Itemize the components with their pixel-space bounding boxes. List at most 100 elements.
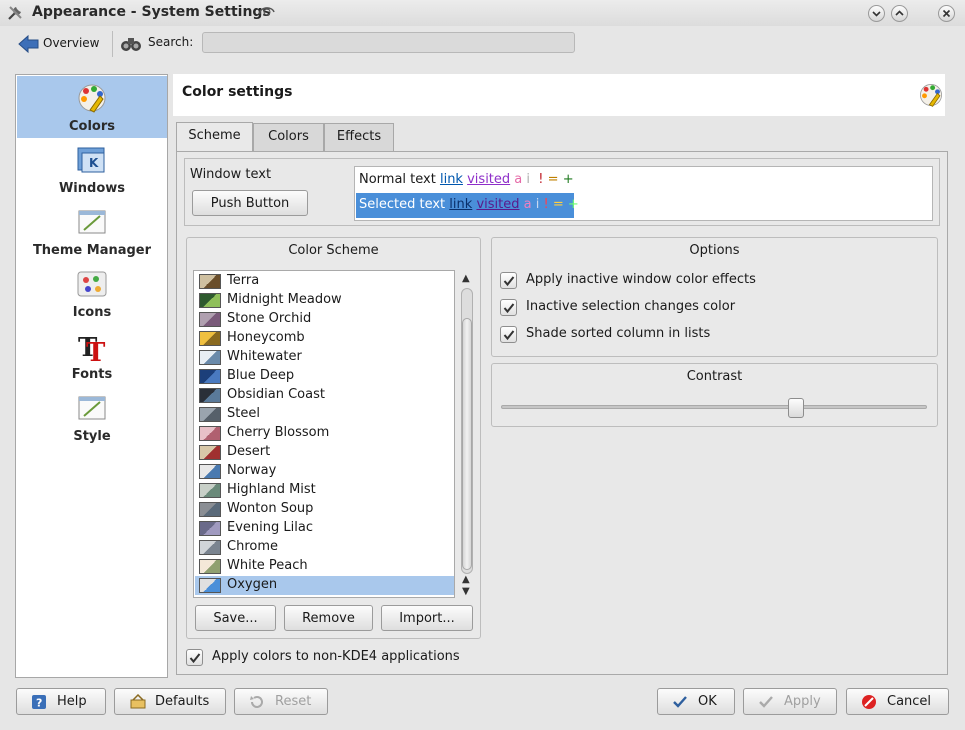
list-item[interactable]: Wonton Soup bbox=[195, 500, 454, 519]
scroll-up-arrow[interactable]: ▲ bbox=[462, 273, 470, 284]
cancel-button[interactable]: Cancel bbox=[846, 688, 949, 715]
overview-button[interactable]: Overview bbox=[16, 31, 104, 57]
list-item[interactable]: Desert bbox=[195, 443, 454, 462]
scheme-preview-icon bbox=[199, 426, 221, 441]
checkbox-label: Inactive selection changes color bbox=[526, 299, 736, 314]
list-item[interactable]: Terra bbox=[195, 272, 454, 291]
chevron-down-icon bbox=[872, 11, 881, 17]
fonts-icon: T T bbox=[78, 333, 106, 362]
scheme-name: Evening Lilac bbox=[227, 520, 313, 535]
check-icon bbox=[189, 653, 201, 664]
apply-button[interactable]: Apply bbox=[743, 688, 837, 715]
list-item[interactable]: Steel bbox=[195, 405, 454, 424]
checkbox-inactive-selection[interactable] bbox=[500, 299, 517, 316]
checkbox-inactive-effects[interactable] bbox=[500, 272, 517, 289]
close-button[interactable] bbox=[938, 5, 955, 22]
tab-colors[interactable]: Colors bbox=[253, 123, 324, 151]
checkbox-apply-non-kde[interactable] bbox=[186, 649, 203, 666]
scroll-down-arrow[interactable]: ▼ bbox=[462, 586, 470, 597]
list-item[interactable]: Obsidian Coast bbox=[195, 386, 454, 405]
style-icon bbox=[78, 396, 106, 420]
scheme-preview-icon bbox=[199, 540, 221, 555]
sidebar-item-label: Windows bbox=[58, 181, 126, 196]
scheme-preview-icon bbox=[199, 445, 221, 460]
list-item[interactable]: White Peach bbox=[195, 557, 454, 576]
maximize-button[interactable] bbox=[891, 5, 908, 22]
sidebar-item-windows[interactable]: K Windows bbox=[17, 138, 167, 200]
palette-icon bbox=[78, 84, 106, 113]
tab-scheme[interactable]: Scheme bbox=[176, 122, 253, 152]
sidebar-item-theme-manager[interactable]: Theme Manager bbox=[17, 200, 167, 262]
list-item[interactable]: Blue Deep bbox=[195, 367, 454, 386]
list-item[interactable]: Highland Mist bbox=[195, 481, 454, 500]
contrast-slider-track[interactable] bbox=[501, 405, 927, 409]
sidebar-item-fonts[interactable]: T T Fonts bbox=[17, 324, 167, 386]
scheme-name: Chrome bbox=[227, 539, 278, 554]
svg-text:T: T bbox=[86, 338, 106, 362]
list-item[interactable]: Evening Lilac bbox=[195, 519, 454, 538]
save-scheme-button[interactable]: Save... bbox=[195, 605, 276, 631]
help-button[interactable]: ? Help bbox=[16, 688, 106, 715]
list-item[interactable]: Cherry Blossom bbox=[195, 424, 454, 443]
window-text-label: Window text bbox=[190, 167, 272, 182]
sidebar-item-label: Fonts bbox=[71, 367, 113, 382]
color-scheme-title: Color Scheme bbox=[288, 243, 379, 258]
scrollbar-thumb[interactable] bbox=[462, 318, 472, 570]
list-item[interactable]: Midnight Meadow bbox=[195, 291, 454, 310]
scheme-preview-icon bbox=[199, 407, 221, 422]
cancel-icon bbox=[862, 695, 876, 709]
toolbar-separator bbox=[112, 31, 113, 57]
defaults-button[interactable]: Defaults bbox=[114, 688, 226, 715]
page-title: Color settings bbox=[182, 84, 293, 100]
search-label: Search: bbox=[148, 35, 194, 49]
sidebar-item-style[interactable]: Style bbox=[17, 386, 167, 448]
scheme-name: Oxygen bbox=[227, 577, 278, 592]
reset-button[interactable]: Reset bbox=[234, 688, 328, 715]
list-item[interactable]: Norway bbox=[195, 462, 454, 481]
scheme-name: Obsidian Coast bbox=[227, 387, 325, 402]
icons-icon bbox=[77, 271, 107, 297]
scheme-name: White Peach bbox=[227, 558, 308, 573]
checkbox-shade-sorted[interactable] bbox=[500, 326, 517, 343]
sidebar-item-colors[interactable]: Colors bbox=[17, 76, 167, 138]
sidebar-item-label: Colors bbox=[68, 119, 115, 134]
check-icon bbox=[673, 696, 687, 708]
window-title: Appearance - System Settings bbox=[32, 4, 271, 20]
list-item[interactable]: Whitewater bbox=[195, 348, 454, 367]
scheme-preview-icon bbox=[199, 521, 221, 536]
contrast-slider-handle[interactable] bbox=[788, 398, 804, 418]
scheme-preview-icon bbox=[199, 274, 221, 289]
overview-label: Overview bbox=[43, 36, 100, 50]
list-item[interactable]: Honeycomb bbox=[195, 329, 454, 348]
binoculars-icon bbox=[121, 38, 141, 51]
preview-push-button[interactable]: Push Button bbox=[192, 190, 308, 216]
chevron-up-icon bbox=[895, 10, 904, 16]
minimize-button[interactable] bbox=[868, 5, 885, 22]
contrast-group: Contrast bbox=[491, 363, 938, 427]
tools-icon bbox=[8, 6, 22, 20]
scheme-name: Norway bbox=[227, 463, 277, 478]
scheme-name: Blue Deep bbox=[227, 368, 295, 383]
tab-effects[interactable]: Effects bbox=[324, 123, 394, 151]
scheme-name: Desert bbox=[227, 444, 271, 459]
scheme-preview-icon bbox=[199, 483, 221, 498]
normal-text-preview: Normal text link visited a i ! = + bbox=[359, 172, 574, 187]
list-item[interactable]: Oxygen bbox=[195, 576, 454, 595]
ok-button[interactable]: OK bbox=[657, 688, 735, 715]
search-input[interactable] bbox=[202, 32, 575, 53]
help-icon: ? bbox=[32, 695, 46, 710]
list-item[interactable]: Stone Orchid bbox=[195, 310, 454, 329]
reset-icon bbox=[250, 696, 263, 708]
shade-window-icon[interactable] bbox=[258, 4, 276, 20]
scheme-preview-icon bbox=[199, 331, 221, 346]
remove-scheme-button[interactable]: Remove bbox=[284, 605, 373, 631]
import-scheme-button[interactable]: Import... bbox=[381, 605, 473, 631]
scheme-list[interactable]: Terra Midnight Meadow Stone Orchid Honeycom… bbox=[193, 270, 455, 598]
check-icon bbox=[503, 330, 515, 341]
scroll-up-arrow-lower[interactable]: ▲ bbox=[462, 574, 470, 585]
sidebar-item-icons[interactable]: Icons bbox=[17, 262, 167, 324]
scheme-name: Whitewater bbox=[227, 349, 302, 364]
checkbox-label: Shade sorted column in lists bbox=[526, 326, 711, 341]
list-item[interactable]: Chrome bbox=[195, 538, 454, 557]
scheme-preview-icon bbox=[199, 369, 221, 384]
